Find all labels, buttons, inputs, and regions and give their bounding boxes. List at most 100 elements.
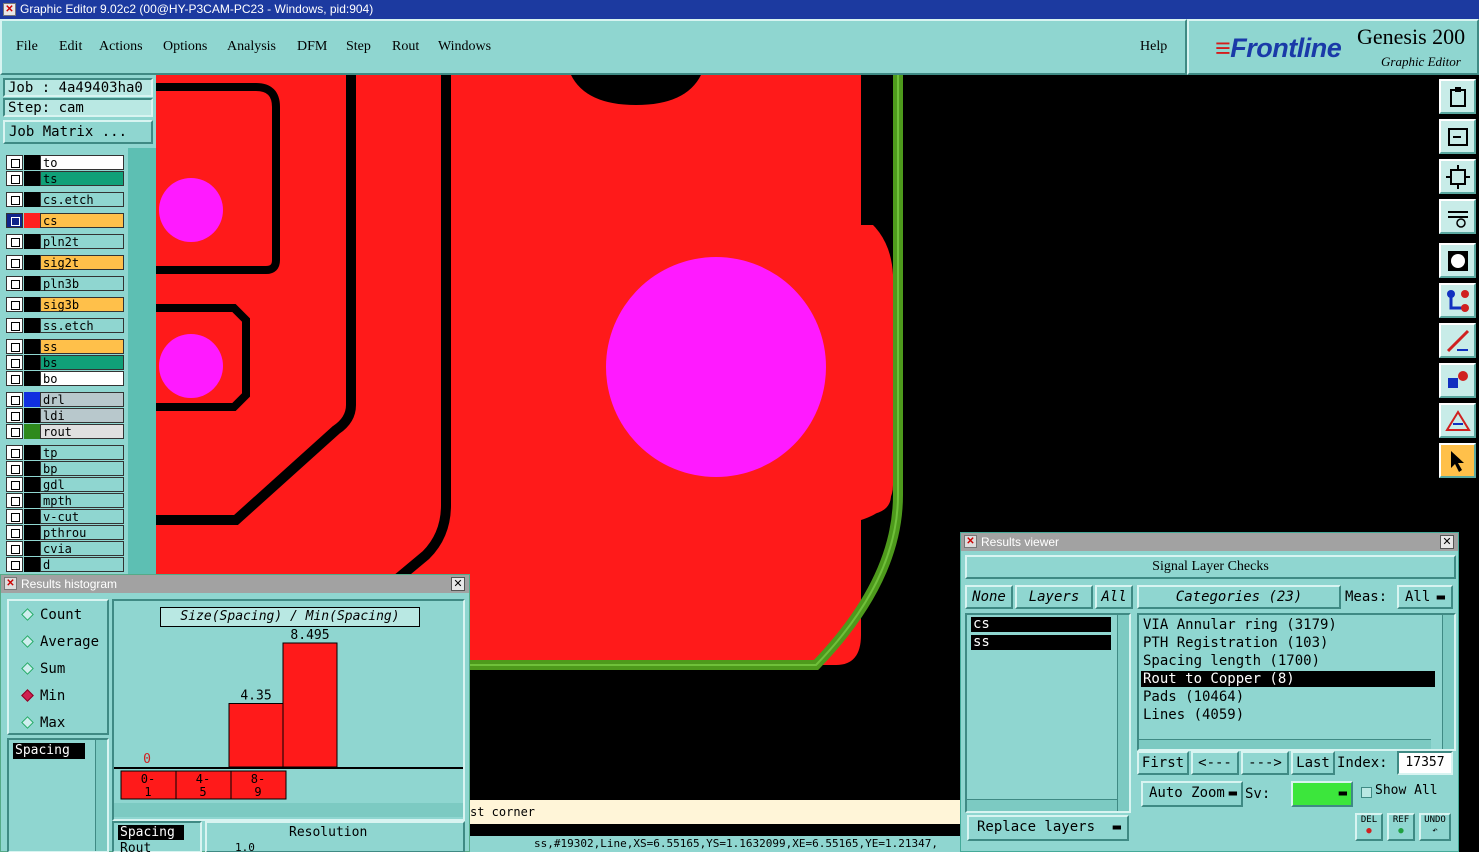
histogram-bar[interactable] bbox=[282, 642, 338, 768]
category-row[interactable]: Pads (10464) bbox=[1141, 689, 1435, 705]
mode-min[interactable]: Min bbox=[21, 688, 65, 704]
layer-name[interactable]: pln2t bbox=[40, 234, 124, 249]
layer-row-bp[interactable]: bp bbox=[6, 461, 124, 476]
layer-row-bs[interactable]: bs bbox=[6, 355, 124, 370]
layer-name[interactable]: sig3b bbox=[40, 297, 124, 312]
bottom-list-rout[interactable]: Rout bbox=[118, 841, 151, 852]
next-button[interactable]: ---> bbox=[1241, 751, 1289, 775]
layer-row-ts[interactable]: ts bbox=[6, 171, 124, 186]
layer-checkbox-icon[interactable] bbox=[6, 493, 23, 508]
toolbar-line-edit[interactable] bbox=[1439, 323, 1476, 358]
layer-row-cs.etch[interactable]: cs.etch bbox=[6, 192, 124, 207]
toolbar-select[interactable] bbox=[1439, 363, 1476, 398]
layer-checkbox-icon[interactable] bbox=[6, 445, 23, 460]
first-button[interactable]: First bbox=[1137, 751, 1189, 775]
undo-button[interactable]: UNDO ↶ bbox=[1419, 813, 1451, 841]
layer-name[interactable]: ss bbox=[40, 339, 124, 354]
layer-checkbox-icon[interactable] bbox=[6, 234, 23, 249]
layer-row-tp[interactable]: tp bbox=[6, 445, 124, 460]
toolbar-exit[interactable] bbox=[1439, 119, 1476, 154]
layer-name[interactable]: ss.etch bbox=[40, 318, 124, 333]
toolbar-warning[interactable] bbox=[1439, 403, 1476, 438]
layers-none-button[interactable]: None bbox=[965, 585, 1013, 609]
layer-checkbox-icon[interactable] bbox=[6, 192, 23, 207]
layer-checkbox-icon[interactable] bbox=[6, 371, 23, 386]
layer-checkbox-icon[interactable] bbox=[6, 525, 23, 540]
menu-step[interactable]: Step bbox=[346, 39, 371, 55]
layers-all-button[interactable]: All bbox=[1095, 585, 1133, 609]
menu-file[interactable]: File bbox=[16, 39, 38, 55]
histogram-close-button[interactable]: ✕ bbox=[451, 577, 465, 591]
sv-color-select[interactable]: ▬ bbox=[1291, 781, 1353, 807]
layer-row-ss.etch[interactable]: ss.etch bbox=[6, 318, 124, 333]
layer-row-to[interactable]: to bbox=[6, 155, 124, 170]
histogram-bar[interactable] bbox=[228, 703, 284, 768]
job-matrix-button[interactable]: Job Matrix ... bbox=[3, 120, 153, 144]
mode-average[interactable]: Average bbox=[21, 634, 99, 650]
layer-row-pln2t[interactable]: pln2t bbox=[6, 234, 124, 249]
category-row[interactable]: Rout to Copper (8) bbox=[1141, 671, 1435, 687]
menu-edit[interactable]: Edit bbox=[59, 39, 82, 55]
viewer-close-button[interactable]: ✕ bbox=[1440, 535, 1454, 549]
layer-row-bo[interactable]: bo bbox=[6, 371, 124, 386]
layer-checkbox-icon[interactable] bbox=[6, 557, 23, 572]
category-row[interactable]: PTH Registration (103) bbox=[1141, 635, 1435, 651]
layer-name[interactable]: cs bbox=[40, 213, 124, 228]
layer-checkbox-icon[interactable] bbox=[6, 171, 23, 186]
layer-checkbox-icon[interactable] bbox=[6, 477, 23, 492]
layer-name[interactable]: drl bbox=[40, 392, 124, 407]
layer-name[interactable]: mpth bbox=[40, 493, 124, 508]
categories-button[interactable]: Categories (23) bbox=[1137, 585, 1341, 609]
toolbar-measure[interactable] bbox=[1439, 199, 1476, 234]
layer-name[interactable]: bo bbox=[40, 371, 124, 386]
layer-name[interactable]: pthrou bbox=[40, 525, 124, 540]
menu-actions[interactable]: Actions bbox=[99, 39, 143, 55]
layer-row-pthrou[interactable]: pthrou bbox=[6, 525, 124, 540]
layer-checkbox-icon[interactable] bbox=[6, 424, 23, 439]
layer-row-cvia[interactable]: cvia bbox=[6, 541, 124, 556]
layer-name[interactable]: gdl bbox=[40, 477, 124, 492]
layer-name[interactable]: v-cut bbox=[40, 509, 124, 524]
category-row[interactable]: VIA Annular ring (3179) bbox=[1141, 617, 1435, 633]
layer-checkbox-icon[interactable] bbox=[6, 355, 23, 370]
auto-zoom-select[interactable]: Auto Zoom ▬ bbox=[1141, 781, 1243, 807]
layer-row-cs[interactable]: cs bbox=[6, 213, 124, 228]
menu-dfm[interactable]: DFM bbox=[297, 39, 327, 55]
mode-count[interactable]: Count bbox=[21, 607, 82, 623]
prev-button[interactable]: <--- bbox=[1191, 751, 1239, 775]
layer-checkbox-icon[interactable] bbox=[6, 318, 23, 333]
layer-name[interactable]: sig2t bbox=[40, 255, 124, 270]
histogram-scrollbar[interactable] bbox=[114, 803, 463, 817]
layer-row-rout[interactable]: rout bbox=[6, 424, 124, 439]
layer-row-drl[interactable]: drl bbox=[6, 392, 124, 407]
layer-name[interactable]: d bbox=[40, 557, 124, 572]
layer-checkbox-icon[interactable] bbox=[6, 155, 23, 170]
layer-list-vscroll[interactable] bbox=[1117, 615, 1129, 811]
layer-name[interactable]: cvia bbox=[40, 541, 124, 556]
result-layer-ss[interactable]: ss bbox=[971, 635, 1111, 650]
result-layer-cs[interactable]: cs bbox=[971, 617, 1111, 632]
layer-list-hscroll[interactable] bbox=[967, 799, 1117, 811]
layer-row-d[interactable]: d bbox=[6, 557, 124, 572]
menu-options[interactable]: Options bbox=[163, 39, 207, 55]
layer-row-ss[interactable]: ss bbox=[6, 339, 124, 354]
toolbar-snap[interactable] bbox=[1439, 243, 1476, 278]
category-row[interactable]: Spacing length (1700) bbox=[1141, 653, 1435, 669]
layer-row-sig2t[interactable]: sig2t bbox=[6, 255, 124, 270]
layer-checkbox-icon[interactable] bbox=[6, 541, 23, 556]
layer-name[interactable]: cs.etch bbox=[40, 192, 124, 207]
bottom-list-spacing[interactable]: Spacing bbox=[118, 825, 184, 840]
layer-row-gdl[interactable]: gdl bbox=[6, 477, 124, 492]
toolbar-clipboard[interactable] bbox=[1439, 79, 1476, 114]
layer-name[interactable]: ts bbox=[40, 171, 124, 186]
toolbar-nodes[interactable] bbox=[1439, 283, 1476, 318]
category-scrollbar[interactable] bbox=[95, 740, 107, 851]
last-button[interactable]: Last bbox=[1291, 751, 1335, 775]
layer-checkbox-icon[interactable] bbox=[6, 297, 23, 312]
layer-name[interactable]: tp bbox=[40, 445, 124, 460]
menu-windows[interactable]: Windows bbox=[438, 39, 491, 55]
layer-checkbox-icon[interactable] bbox=[6, 408, 23, 423]
layers-button[interactable]: Layers bbox=[1015, 585, 1093, 609]
menu-analysis[interactable]: Analysis bbox=[227, 39, 276, 55]
layer-name[interactable]: bp bbox=[40, 461, 124, 476]
